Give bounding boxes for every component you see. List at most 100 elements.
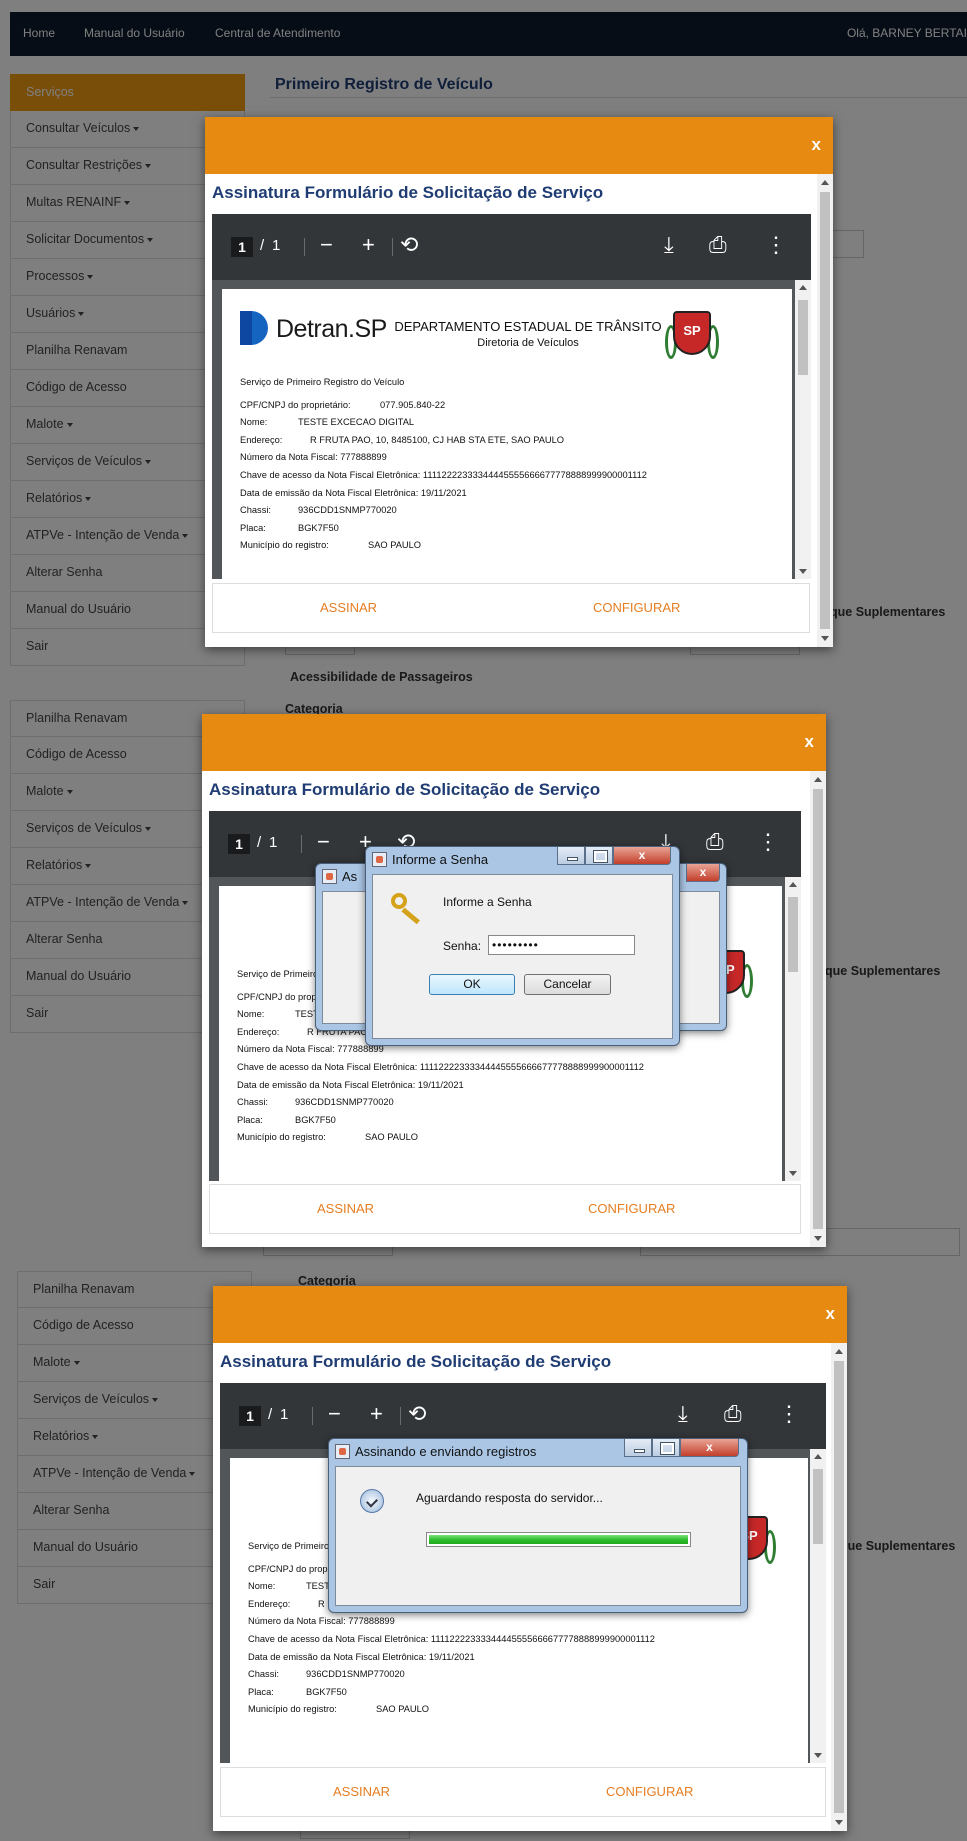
scroll-thumb[interactable] xyxy=(798,300,808,375)
doc-endereco-label: Endereço: xyxy=(248,1598,291,1609)
scroll-down-icon[interactable] xyxy=(789,1171,797,1176)
password-input[interactable]: ••••••••• xyxy=(488,935,635,955)
modal-title: Assinatura Formulário de Solicitação de … xyxy=(212,183,604,202)
page-total: 1 xyxy=(272,237,281,254)
maximize-button[interactable] xyxy=(652,1439,680,1457)
screenshot-panel-2: Planilha Renavam Código de Acesso Malote… xyxy=(0,688,967,1261)
zoom-out-icon[interactable]: − xyxy=(317,829,330,855)
toolbar-divider xyxy=(301,835,302,853)
close-icon[interactable]: x xyxy=(805,732,814,752)
zoom-out-icon[interactable]: − xyxy=(320,232,333,258)
configure-button[interactable]: CONFIGURAR xyxy=(606,1784,693,1799)
document-header: Detran.SP DEPARTAMENTO ESTADUAL DE TRÂNS… xyxy=(240,309,719,359)
modal-actions: ASSINAR CONFIGURAR xyxy=(220,1767,826,1817)
scroll-up-icon[interactable] xyxy=(835,1349,843,1354)
doc-data: Data de emissão da Nota Fiscal Eletrônic… xyxy=(240,487,467,498)
rotate-icon[interactable]: ⟲ xyxy=(400,232,418,258)
progress-bar xyxy=(426,1532,691,1547)
print-icon[interactable]: ⎙ xyxy=(706,829,724,855)
doc-service: Serviço de Primeiro Registro do Veículo xyxy=(240,377,405,387)
doc-nome-label: Nome: xyxy=(240,417,268,428)
password-dialog: Informe a Senha x Informe a Senha Senha:… xyxy=(365,846,680,1046)
doc-municipio-label: Município do registro: xyxy=(240,540,329,551)
zoom-in-icon[interactable]: + xyxy=(370,1401,383,1427)
key-icon xyxy=(391,893,423,925)
scroll-thumb[interactable] xyxy=(813,1469,823,1544)
scroll-thumb[interactable] xyxy=(834,1361,844,1813)
pdf-scrollbar[interactable] xyxy=(785,877,801,1181)
minimize-button[interactable] xyxy=(624,1439,652,1457)
doc-chave: Chave de acesso da Nota Fiscal Eletrônic… xyxy=(248,1633,655,1644)
more-options-icon[interactable]: ⋮ xyxy=(765,232,787,258)
download-icon[interactable]: ⤓ xyxy=(664,232,674,258)
zoom-out-icon[interactable]: − xyxy=(328,1401,341,1427)
close-icon[interactable]: x xyxy=(826,1304,835,1324)
configure-button[interactable]: CONFIGURAR xyxy=(588,1201,675,1216)
scroll-thumb[interactable] xyxy=(820,192,830,629)
detran-logo-text: Detran.SP xyxy=(276,315,387,343)
doc-chassi-row: Chassi: 936CDD1SNMP770020 xyxy=(237,1094,644,1112)
modal-title: Assinatura Formulário de Solicitação de … xyxy=(209,780,601,799)
doc-placa-value: BGK7F50 xyxy=(295,1114,336,1125)
print-icon[interactable]: ⎙ xyxy=(724,1401,742,1427)
page-separator: / xyxy=(260,237,265,254)
doc-placa-row: Placa: BGK7F50 xyxy=(240,520,647,538)
page-number-input[interactable]: 1 xyxy=(239,1406,261,1426)
cancel-button[interactable]: Cancelar xyxy=(524,974,611,995)
scroll-down-icon[interactable] xyxy=(835,1820,843,1825)
toolbar-divider xyxy=(304,238,305,256)
pdf-scrollbar[interactable] xyxy=(810,1449,826,1763)
java-icon xyxy=(335,1444,350,1459)
maximize-button[interactable] xyxy=(585,847,613,865)
close-window-button[interactable]: x xyxy=(686,864,720,882)
scroll-down-icon[interactable] xyxy=(821,636,829,641)
scroll-up-icon[interactable] xyxy=(814,1454,822,1459)
sign-button[interactable]: ASSINAR xyxy=(333,1784,390,1799)
zoom-in-icon[interactable]: + xyxy=(362,232,375,258)
configure-button[interactable]: CONFIGURAR xyxy=(593,600,680,615)
download-icon[interactable]: ⤓ xyxy=(678,1401,688,1427)
detran-logo-mark xyxy=(240,311,268,345)
scroll-down-icon[interactable] xyxy=(814,1753,822,1758)
scroll-down-icon[interactable] xyxy=(799,569,807,574)
doc-placa-label: Placa: xyxy=(248,1686,274,1697)
doc-municipio-row: Município do registro: SAO PAULO xyxy=(248,1701,655,1719)
scroll-up-icon[interactable] xyxy=(799,285,807,290)
dialog-body: Aguardando resposta do servidor... xyxy=(335,1466,741,1606)
modal-header: x xyxy=(205,117,833,174)
rotate-icon[interactable]: ⟲ xyxy=(408,1401,426,1427)
close-icon[interactable]: x xyxy=(812,135,821,155)
scroll-down-icon[interactable] xyxy=(814,1236,822,1241)
scroll-thumb[interactable] xyxy=(813,789,823,1229)
print-icon[interactable]: ⎙ xyxy=(709,232,727,258)
ok-button[interactable]: OK xyxy=(429,974,515,995)
minimize-button[interactable] xyxy=(557,847,585,865)
scroll-up-icon[interactable] xyxy=(814,777,822,782)
toolbar-divider xyxy=(392,238,393,256)
sign-button[interactable]: ASSINAR xyxy=(320,600,377,615)
doc-chassi-value: 936CDD1SNMP770020 xyxy=(295,1097,394,1108)
modal-scrollbar[interactable] xyxy=(831,1343,847,1831)
page-total: 1 xyxy=(269,834,278,851)
pdf-page: Detran.SP DEPARTAMENTO ESTADUAL DE TRÂNS… xyxy=(222,289,792,579)
page-number-input[interactable]: 1 xyxy=(231,237,253,257)
pdf-scrollbar[interactable] xyxy=(795,280,811,579)
page-separator: / xyxy=(257,834,262,851)
sign-button[interactable]: ASSINAR xyxy=(317,1201,374,1216)
modal-scrollbar[interactable] xyxy=(810,771,826,1247)
more-options-icon[interactable]: ⋮ xyxy=(757,829,779,855)
more-options-icon[interactable]: ⋮ xyxy=(778,1401,800,1427)
scroll-up-icon[interactable] xyxy=(789,882,797,887)
scroll-thumb[interactable] xyxy=(788,897,798,972)
doc-chave: Chave de acesso da Nota Fiscal Eletrônic… xyxy=(237,1061,644,1072)
doc-nota: Número da Nota Fiscal: 777888899 xyxy=(248,1616,395,1627)
doc-cpf-row: CPF/CNPJ do proprietário: 077.905.840-22 xyxy=(240,397,647,415)
progress-fill xyxy=(429,1535,688,1544)
modal-scrollbar[interactable] xyxy=(817,174,833,647)
close-window-button[interactable]: x xyxy=(613,847,671,865)
doc-municipio-label: Município do registro: xyxy=(248,1704,337,1715)
scroll-up-icon[interactable] xyxy=(821,180,829,185)
document-suborg: Diretoria de Veículos xyxy=(477,337,579,349)
page-number-input[interactable]: 1 xyxy=(228,834,250,854)
close-window-button[interactable]: x xyxy=(680,1439,739,1457)
